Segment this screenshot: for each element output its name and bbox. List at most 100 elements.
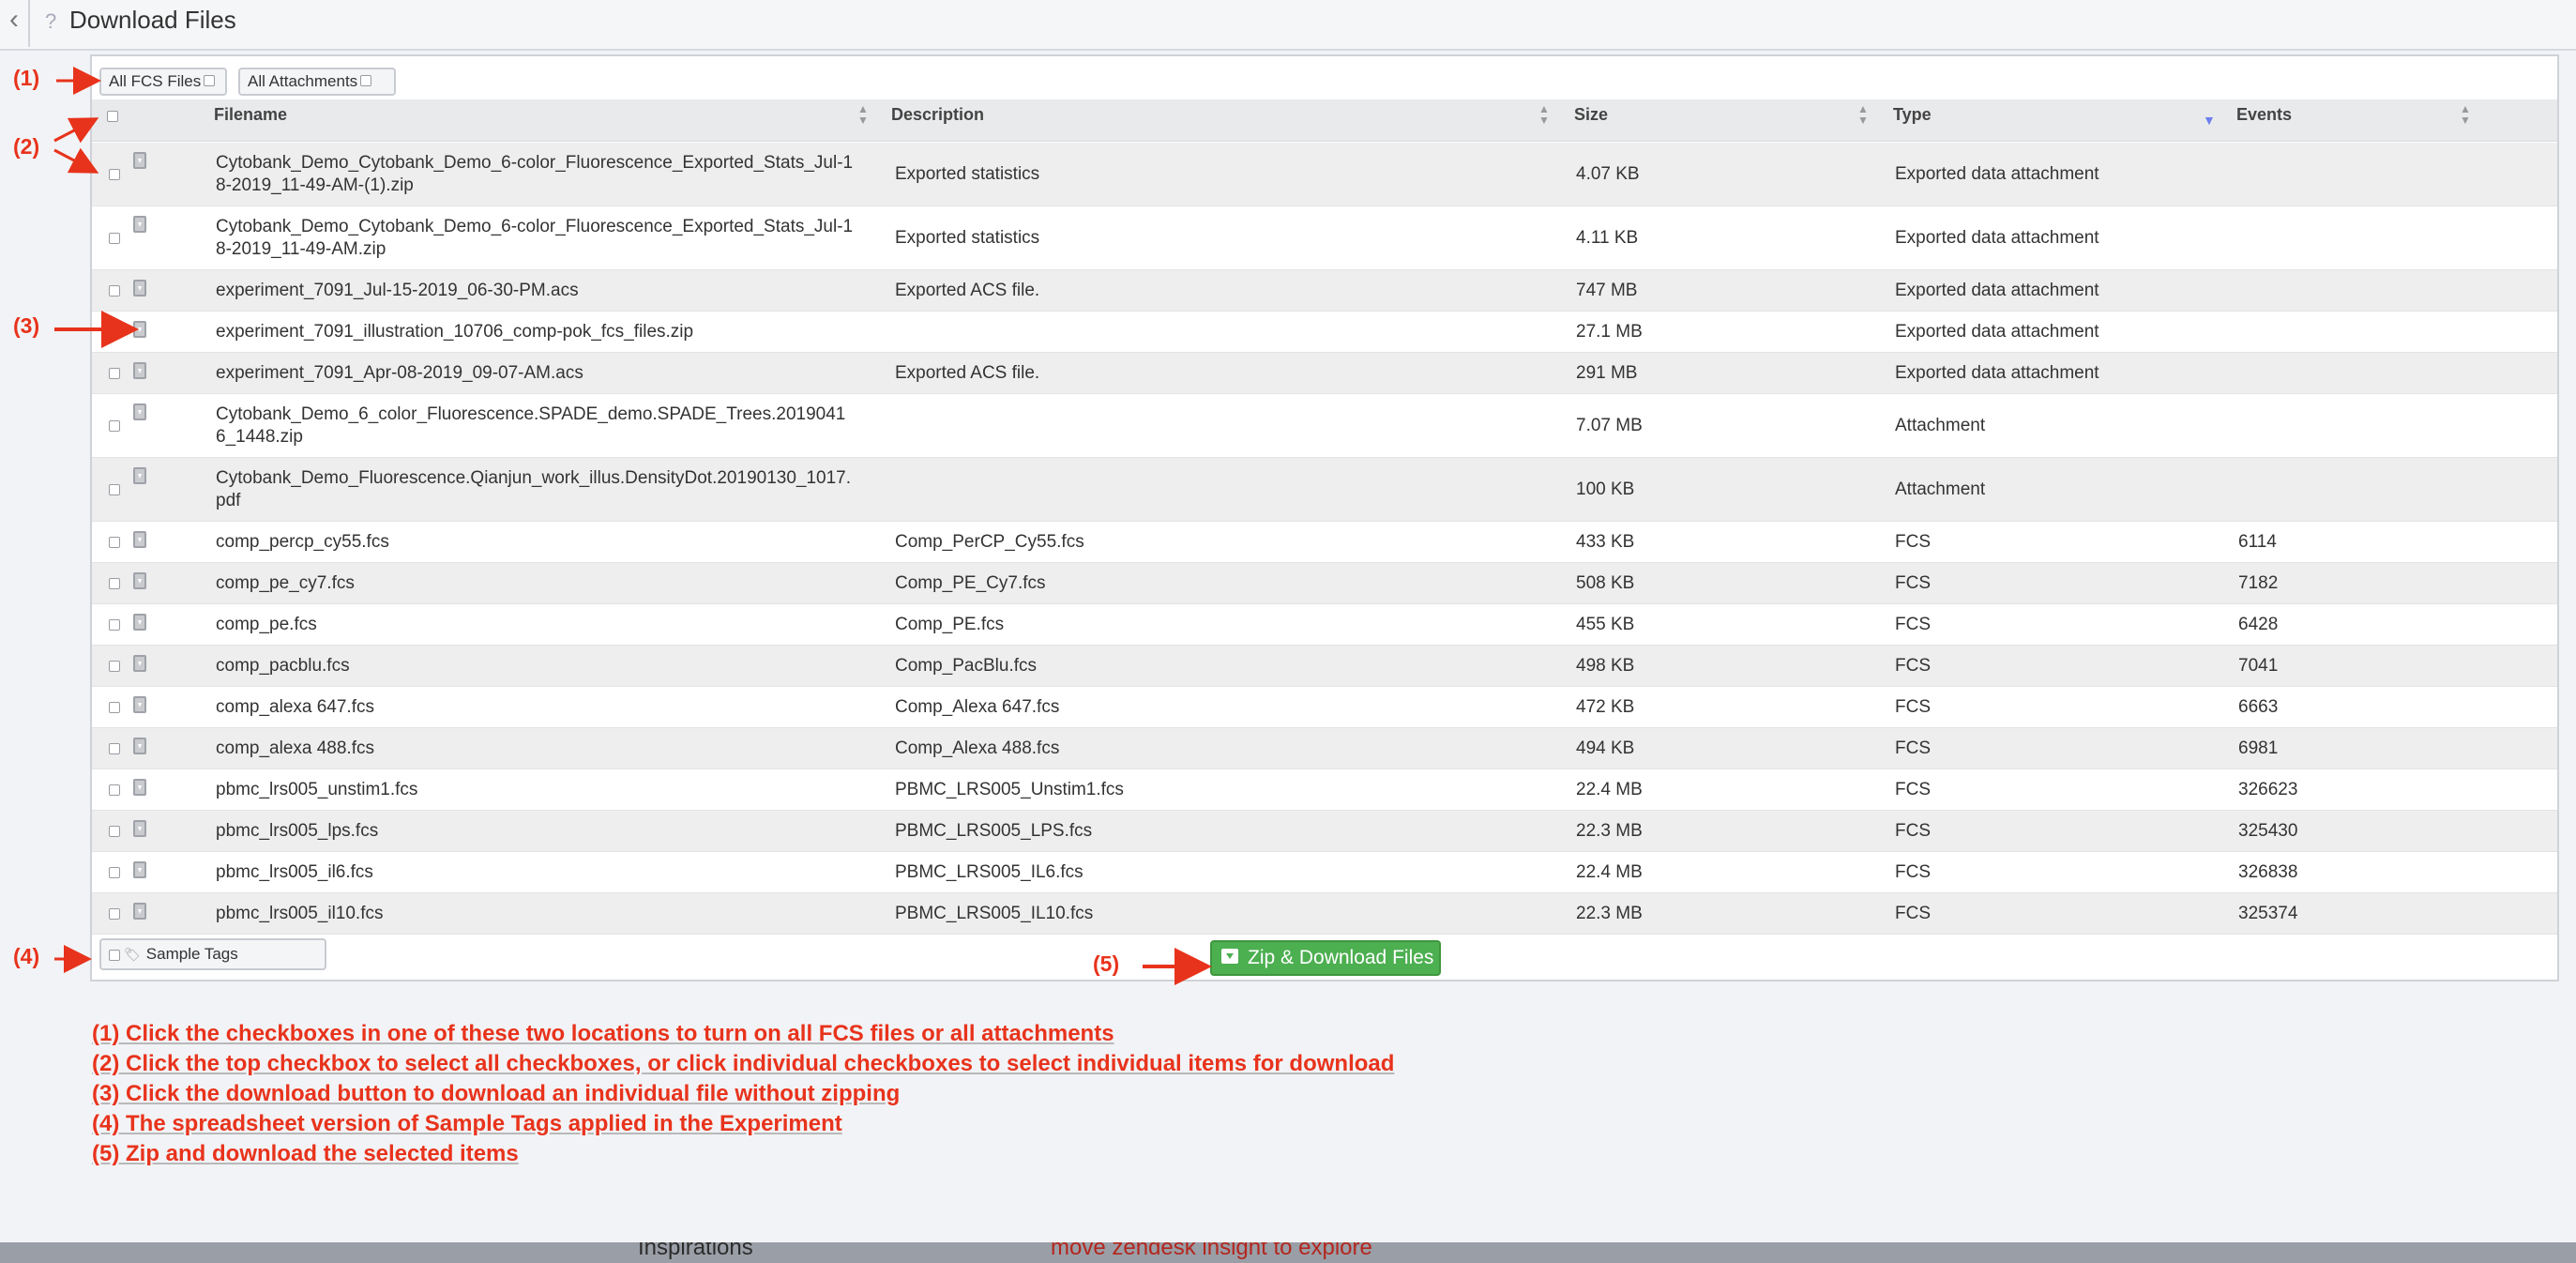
- row-checkbox[interactable]: [109, 419, 120, 432]
- download-button[interactable]: [133, 769, 146, 810]
- download-button[interactable]: [133, 270, 146, 311]
- download-button[interactable]: [133, 394, 146, 457]
- type-cell-text: Exported data attachment: [1895, 321, 2099, 342]
- row-checkbox[interactable]: [109, 742, 120, 754]
- row-checkbox[interactable]: [109, 367, 120, 379]
- table-header: Filename ▲ ▼ Description ▲ ▼ Size ▲ ▼ Type …: [92, 99, 2557, 142]
- download-button[interactable]: [133, 206, 146, 269]
- all-fcs-files-checkbox[interactable]: [204, 75, 216, 87]
- type-cell: FCS: [1895, 687, 2214, 727]
- annotation-marker-2: (2): [13, 134, 40, 159]
- type-cell: FCS: [1895, 604, 2214, 645]
- chevron-left-icon: ‹: [9, 4, 19, 35]
- row-checkbox[interactable]: [109, 784, 120, 796]
- sort-arrows-icon[interactable]: ▲ ▼: [1857, 103, 1869, 126]
- sample-tags-button[interactable]: 🏷 Sample Tags: [99, 938, 326, 970]
- select-all-checkbox[interactable]: [107, 111, 118, 122]
- row-checkbox[interactable]: [109, 232, 120, 244]
- row-checkbox[interactable]: [109, 825, 120, 837]
- download-button[interactable]: [133, 852, 146, 892]
- row-checkbox[interactable]: [109, 284, 120, 297]
- row-checkbox[interactable]: [109, 660, 120, 672]
- annotation-note-1: (1) Click the checkboxes in one of these…: [92, 1021, 1114, 1046]
- table-row: Cytobank_Demo_6_color_Fluorescence.SPADE…: [92, 394, 2557, 458]
- column-header-size[interactable]: Size: [1574, 99, 1608, 141]
- description-cell-text: PBMC_LRS005_IL10.fcs: [895, 903, 1094, 923]
- download-button[interactable]: [133, 893, 146, 934]
- row-checkbox-cell: [109, 893, 120, 934]
- size-cell: 747 MB: [1576, 270, 1857, 311]
- size-cell: 22.4 MB: [1576, 769, 1857, 810]
- help-icon[interactable]: ?: [45, 9, 56, 34]
- download-button[interactable]: [133, 312, 146, 352]
- filename-cell: comp_percp_cy55.fcs: [216, 522, 854, 562]
- row-checkbox[interactable]: [109, 326, 120, 338]
- filename-cell: pbmc_lrs005_lps.fcs: [216, 811, 854, 851]
- type-cell-text: FCS: [1895, 861, 1931, 882]
- description-cell-text: Comp_PE_Cy7.fcs: [895, 572, 1046, 593]
- row-checkbox[interactable]: [109, 618, 120, 631]
- download-button[interactable]: [133, 522, 146, 562]
- row-checkbox[interactable]: [109, 907, 120, 920]
- download-file-icon: [133, 696, 146, 713]
- events-cell: 7182: [2238, 563, 2463, 603]
- description-cell: Comp_Alexa 647.fcs: [895, 687, 1533, 727]
- sort-arrows-icon[interactable]: ▲ ▼: [2460, 103, 2471, 126]
- page-header: ‹ ? Download Files: [0, 0, 2576, 51]
- all-attachments-toggle[interactable]: All Attachments: [238, 68, 396, 96]
- download-button[interactable]: [133, 811, 146, 851]
- description-cell: PBMC_LRS005_IL10.fcs: [895, 893, 1533, 934]
- table-row: comp_pe.fcs Comp_PE.fcs 455 KB FCS 6428: [92, 604, 2557, 646]
- sort-arrows-icon[interactable]: ▲ ▼: [857, 103, 869, 126]
- filename-cell-text: pbmc_lrs005_il10.fcs: [216, 903, 384, 923]
- type-cell: Exported data attachment: [1895, 270, 2214, 311]
- row-checkbox[interactable]: [109, 483, 120, 495]
- row-checkbox[interactable]: [109, 866, 120, 878]
- events-cell-text: 6663: [2238, 696, 2279, 717]
- download-button[interactable]: [133, 563, 146, 603]
- size-cell: 455 KB: [1576, 604, 1857, 645]
- row-checkbox[interactable]: [109, 168, 120, 180]
- row-checkbox-cell: [109, 811, 120, 851]
- description-cell-text: Comp_PE.fcs: [895, 614, 1005, 634]
- description-cell: [895, 458, 1533, 521]
- download-button[interactable]: [133, 458, 146, 521]
- all-fcs-files-toggle[interactable]: All FCS Files: [99, 68, 227, 96]
- row-checkbox[interactable]: [109, 536, 120, 548]
- type-cell-text: FCS: [1895, 903, 1931, 923]
- size-cell: 4.11 KB: [1576, 206, 1857, 269]
- back-button[interactable]: ‹: [0, 0, 30, 47]
- column-header-filename[interactable]: Filename: [214, 99, 287, 141]
- zip-download-button[interactable]: Zip & Download Files: [1210, 940, 1441, 976]
- table-row: experiment_7091_Apr-08-2019_09-07-AM.acs…: [92, 353, 2557, 394]
- filename-cell-text: Cytobank_Demo_Fluorescence.Qianjun_work_…: [216, 467, 852, 510]
- download-button[interactable]: [133, 143, 146, 205]
- table-row: pbmc_lrs005_unstim1.fcs PBMC_LRS005_Unsti…: [92, 769, 2557, 811]
- filename-cell: experiment_7091_illustration_10706_comp-…: [216, 312, 854, 352]
- filename-cell-text: Cytobank_Demo_6_color_Fluorescence.SPADE…: [216, 403, 846, 447]
- size-cell: 22.4 MB: [1576, 852, 1857, 892]
- download-button[interactable]: [133, 728, 146, 768]
- download-button[interactable]: [133, 353, 146, 393]
- download-button[interactable]: [133, 604, 146, 645]
- sort-arrows-icon[interactable]: ▲ ▼: [1538, 103, 1550, 126]
- events-cell-text: 6428: [2238, 614, 2279, 634]
- download-button[interactable]: [133, 646, 146, 686]
- all-attachments-checkbox[interactable]: [360, 75, 372, 87]
- download-button[interactable]: [133, 687, 146, 727]
- annotation-marker-1: (1): [13, 66, 40, 90]
- column-header-events[interactable]: Events: [2236, 99, 2292, 141]
- type-cell: Exported data attachment: [1895, 143, 2214, 205]
- type-cell-text: FCS: [1895, 572, 1931, 593]
- sort-descending-icon[interactable]: ▼: [2203, 113, 2216, 128]
- size-cell: 22.3 MB: [1576, 811, 1857, 851]
- column-header-description[interactable]: Description: [891, 99, 984, 141]
- column-header-type[interactable]: Type: [1893, 99, 1932, 141]
- type-cell-text: Exported data attachment: [1895, 163, 2099, 184]
- filename-cell-text: experiment_7091_illustration_10706_comp-…: [216, 321, 694, 342]
- events-cell: 6981: [2238, 728, 2463, 768]
- sample-tags-checkbox[interactable]: [109, 949, 120, 961]
- row-checkbox[interactable]: [109, 701, 120, 713]
- row-checkbox[interactable]: [109, 577, 120, 589]
- type-cell-text: Attachment: [1895, 415, 1986, 435]
